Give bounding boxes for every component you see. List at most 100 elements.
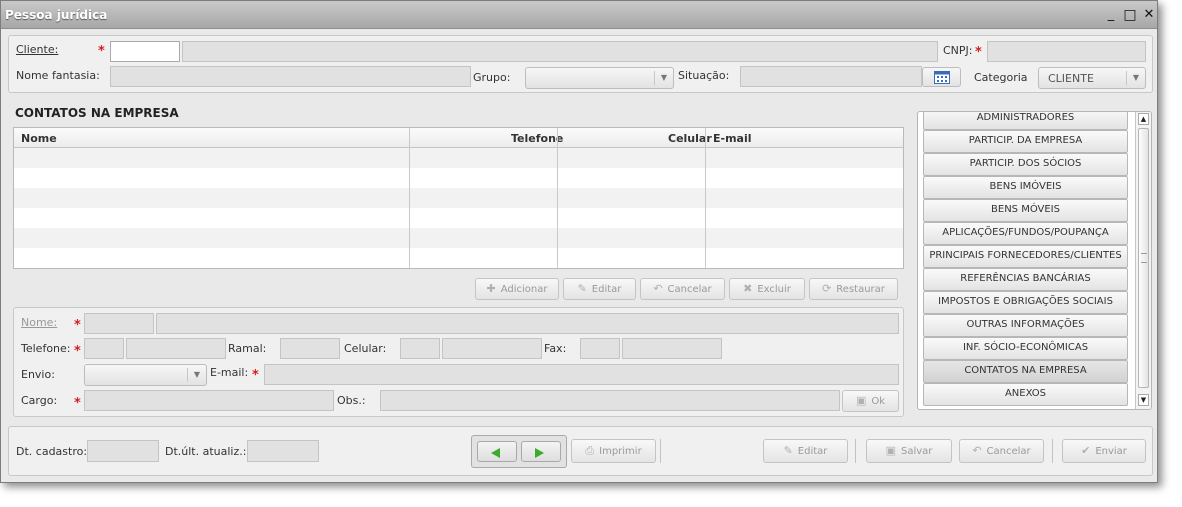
required-mark: * <box>74 318 81 333</box>
cliente-name-input[interactable] <box>182 41 938 62</box>
sidebar-item[interactable]: CONTATOS NA EMPRESA <box>923 360 1128 383</box>
sidebar-item[interactable]: BENS IMÓVEIS <box>923 176 1128 199</box>
excluir-button[interactable]: ✖ Excluir <box>729 278 805 300</box>
minimize-icon[interactable]: _ <box>1103 7 1119 23</box>
telefone-label: Telefone: <box>21 342 71 355</box>
scroll-up-icon[interactable]: ▲ <box>1138 113 1149 125</box>
sidebar-item[interactable]: BENS MÓVEIS <box>923 199 1128 222</box>
next-button[interactable] <box>521 441 561 462</box>
save-icon: ▣ <box>855 394 867 407</box>
telefone-ddd-input[interactable] <box>84 338 124 359</box>
envio-select[interactable]: ▼ <box>84 364 207 386</box>
sidebar-item[interactable]: ADMINISTRADORES <box>923 112 1128 130</box>
plus-icon: ✚ <box>486 282 496 295</box>
editar-contato-button[interactable]: ✎ Editar <box>563 278 636 300</box>
sidebar-item[interactable]: PRINCIPAIS FORNECEDORES/CLIENTES <box>923 245 1128 268</box>
scrollbar[interactable]: ▲ ▼ <box>1135 112 1151 409</box>
situacao-label: Situação: <box>678 69 730 82</box>
column-divider <box>557 128 558 268</box>
ok-label: Ok <box>871 396 886 407</box>
sidebar-item[interactable]: APLICAÇÕES/FUNDOS/POUPANÇA <box>923 222 1128 245</box>
salvar-button[interactable]: ▣ Salvar <box>866 439 952 463</box>
editar-label: Editar <box>591 284 622 295</box>
column-divider <box>705 128 706 268</box>
table-row[interactable] <box>14 208 903 228</box>
column-header-email[interactable]: E-mail <box>713 132 752 145</box>
nome-input[interactable] <box>156 313 899 334</box>
cnpj-label: CNPJ: <box>943 44 973 57</box>
dt-cadastro-input[interactable] <box>87 440 159 462</box>
enviar-button[interactable]: ✔ Enviar <box>1062 439 1146 463</box>
undo-icon: ↶ <box>972 444 982 457</box>
sidebar-item[interactable]: INF. SÓCIO-ECONÔMICAS <box>923 337 1128 360</box>
table-row[interactable] <box>14 188 903 208</box>
obs-label: Obs.: <box>337 394 366 407</box>
enviar-label: Enviar <box>1095 446 1127 457</box>
sidebar-item[interactable]: OUTRAS INFORMAÇÕES <box>923 314 1128 337</box>
situacao-input[interactable] <box>740 66 922 87</box>
cargo-label: Cargo: <box>21 394 58 407</box>
chevron-down-icon: ▼ <box>654 71 673 85</box>
table-row[interactable] <box>14 148 903 168</box>
cliente-label: Cliente: <box>16 43 59 56</box>
fax-ddd-input[interactable] <box>580 338 620 359</box>
ramal-label: Ramal: <box>228 342 267 355</box>
adicionar-label: Adicionar <box>500 284 548 295</box>
adicionar-button[interactable]: ✚ Adicionar <box>475 278 559 300</box>
celular-ddd-input[interactable] <box>400 338 440 359</box>
telefone-input[interactable] <box>126 338 226 359</box>
fax-input[interactable] <box>622 338 722 359</box>
contatos-table: Nome Telefone Celular E-mail <box>13 127 904 269</box>
ok-button[interactable]: ▣ Ok <box>842 390 899 412</box>
required-mark: * <box>74 396 81 411</box>
table-row[interactable] <box>14 168 903 188</box>
categoria-label: Categoria <box>974 71 1028 84</box>
maximize-icon[interactable]: □ <box>1122 7 1138 23</box>
obs-input[interactable] <box>380 390 840 411</box>
column-divider <box>409 128 410 268</box>
nome-fantasia-input[interactable] <box>110 66 471 87</box>
table-row[interactable] <box>14 228 903 248</box>
celular-input[interactable] <box>442 338 542 359</box>
required-mark: * <box>975 45 982 60</box>
ramal-input[interactable] <box>280 338 340 359</box>
restaurar-button[interactable]: ⟳ Restaurar <box>809 278 898 300</box>
sidebar-item[interactable]: PARTICIP. DA EMPRESA <box>923 130 1128 153</box>
cancelar-button[interactable]: ↶ Cancelar <box>959 439 1044 463</box>
categoria-select[interactable]: CLIENTE ▼ <box>1038 67 1146 89</box>
close-icon[interactable]: ✕ <box>1141 7 1157 23</box>
dt-atualiz-input[interactable] <box>247 440 319 462</box>
sidebar-item[interactable]: ANEXOS <box>923 383 1128 406</box>
scroll-down-icon[interactable]: ▼ <box>1138 394 1149 406</box>
cnpj-input[interactable] <box>987 41 1146 62</box>
excluir-label: Excluir <box>757 284 791 295</box>
categoria-value: CLIENTE <box>1048 72 1094 85</box>
dt-atualiz-label: Dt.últ. atualiz.: <box>165 445 247 458</box>
email-input[interactable] <box>264 364 899 385</box>
imprimir-button[interactable]: ⎙ Imprimir <box>571 439 656 463</box>
nome-code-input[interactable] <box>84 313 154 334</box>
cliente-code-input[interactable] <box>110 41 180 62</box>
required-mark: * <box>252 368 259 383</box>
cancelar-contato-button[interactable]: ↶ Cancelar <box>640 278 725 300</box>
calendar-button[interactable] <box>922 67 961 87</box>
contatos-title: CONTATOS NA EMPRESA <box>15 106 179 120</box>
sidebar-item[interactable]: IMPOSTOS E OBRIGAÇÕES SOCIAIS <box>923 291 1128 314</box>
column-header-telefone[interactable]: Telefone <box>511 132 563 145</box>
refresh-icon: ⟳ <box>822 282 832 295</box>
scroll-thumb[interactable] <box>1138 128 1149 388</box>
previous-button[interactable] <box>477 441 517 462</box>
envio-label: Envio: <box>21 368 55 381</box>
salvar-label: Salvar <box>900 446 933 457</box>
sidebar-item[interactable]: REFERÊNCIAS BANCÁRIAS <box>923 268 1128 291</box>
cargo-input[interactable] <box>84 390 334 411</box>
chevron-down-icon: ▼ <box>1126 71 1145 85</box>
grupo-select[interactable]: ▼ <box>525 67 674 89</box>
required-mark: * <box>74 344 81 359</box>
sidebar-item[interactable]: PARTICIP. DOS SÓCIOS <box>923 153 1128 176</box>
title-bar: Pessoa jurídica _ □ ✕ <box>1 1 1157 29</box>
column-header-nome[interactable]: Nome <box>21 132 57 145</box>
editar-button[interactable]: ✎ Editar <box>763 439 848 463</box>
editar-label: Editar <box>797 446 828 457</box>
table-row[interactable] <box>14 248 903 268</box>
